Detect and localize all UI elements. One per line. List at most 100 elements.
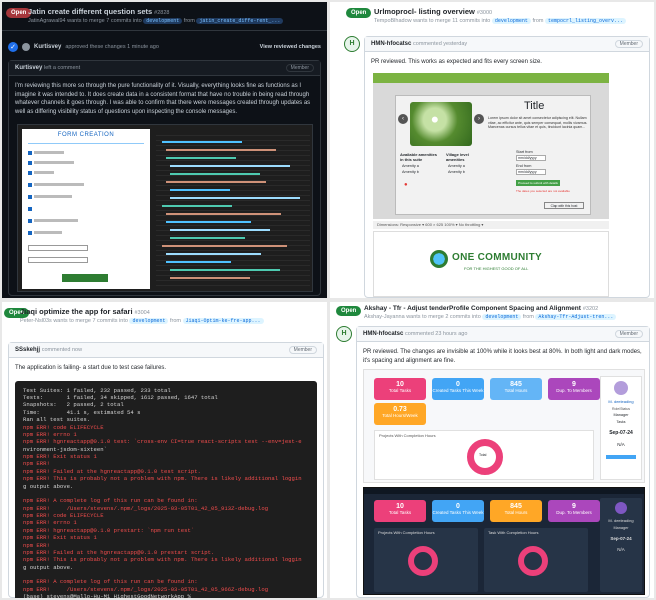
role-label: Role/Status [611,407,631,411]
terminal-line: g output above. [23,563,74,571]
pr-meta: Peter-Nsl03s wants to merge 7 commits in… [20,318,128,324]
amenity-item: Amenity b [448,170,465,174]
role-badge: Member [288,346,317,354]
pr-title[interactable]: Jatin create different question sets [28,7,152,16]
head-branch[interactable]: jatin_create_diffe-rent_... [196,18,284,24]
listing-description: Lorem ipsum dolor sit amet consectetur a… [488,116,588,130]
approve-text: approved these changes 1 minute ago [65,44,159,50]
donut-chart [518,546,548,576]
head-branch[interactable]: Jiaqi-Optim-ke-fre-app... [182,318,264,324]
avatar [22,43,30,51]
chat-host-button[interactable]: Clap with this host [544,202,584,209]
from-label: from [532,18,544,24]
comment-body: I'm reviewing this more so through the p… [15,83,311,116]
terminal-line: npm ERR! This is probably not a problem … [23,556,302,564]
community-banner: ONE COMMUNITY FOR THE HIGHEST GOOD OF AL… [373,231,609,297]
avatar: H [336,326,352,342]
attached-screenshot: FORM CREATION [17,124,313,292]
terminal-line: Ran all test suites. [23,416,91,424]
base-branch[interactable]: development [143,18,183,24]
pr-title[interactable]: Jiaqi optimize the app for safari [20,307,133,316]
stat-card: 0 Created Tasks This Week [432,378,484,400]
pr-panel-jiaqi: Open Jiaqi optimize the app for safari #… [2,302,327,598]
end-date-input[interactable]: mm/dd/yyyy [516,169,546,175]
base-branch[interactable]: development [491,18,531,24]
commenter-name[interactable]: HMN-hfocatsc [371,41,411,47]
pr-panel-listing: Open Urlmoprocl- listing overview #3000 … [330,2,654,298]
job-title: Manager [613,413,629,417]
stat-card: 9 Dup. To Members [548,378,600,400]
na-value: N/A [617,547,625,552]
comment-card: HMN-hfocatsc commented yesterday Member … [364,36,650,298]
pr-number: #3004 [134,310,150,316]
profile-card: M. deeleading Manager Sep-07-24 N/A [600,498,642,592]
form-preview: FORM CREATION [22,129,150,289]
submit-button[interactable]: Proceed to submit with details [516,180,560,186]
na-value: N/A [617,442,625,447]
comment-time: commented now [41,347,83,353]
terminal-line: npm ERR! A complete log of this run can … [23,497,198,505]
date-value: Sep-07-24 [610,536,632,541]
chart-title: Projects With Completion Hours [378,530,435,535]
donut-chart [467,439,503,475]
comment-time: commented yesterday [413,41,468,47]
comment-body: The application is failing- a start due … [15,365,167,371]
terminal-line: npm ERR! [23,541,50,549]
chart-title: Task With Completion Hours [488,530,539,535]
pr-title[interactable]: Akshay - Tfr - Adjust tenderProfile Comp… [364,305,581,312]
profile-name[interactable]: M. deeleading [600,518,642,523]
chevron-right-icon[interactable]: › [474,114,484,124]
start-date-input[interactable]: mm/dd/yyyy [516,155,546,161]
devtools-toolbar[interactable]: Dimensions: Responsive ▾ 600 × 625 100% … [373,221,609,229]
terminal-line: npm ERR! Failed at the hgnreactapp@0.1.0… [23,548,215,556]
comment-action: left a comment [44,65,81,71]
head-branch[interactable]: Akshay-Tfr-Adjust-tren... [535,314,617,320]
review-comment: Kurtisvey left a comment Member I'm revi… [8,60,321,296]
stat-card: 845 Total Hours [490,500,542,522]
comment-body: PR reviewed. The changes are invisible a… [363,349,642,364]
role-badge: Member [614,330,643,338]
amenity-item: Amenity b [402,170,419,174]
pr-meta: Akshay-Jayanna wants to merge 2 commits … [364,314,481,320]
stat-card: 10 Total Tasks [374,500,426,522]
action-button[interactable] [606,455,636,459]
commenter-name[interactable]: HMN-hfocatsc [363,331,403,337]
base-branch[interactable]: development [482,314,522,320]
terminal-line: npm ERR! Exit status 1 [23,534,97,542]
commenter-name[interactable]: SSskehjj [15,347,40,353]
view-reviewed-changes-link[interactable]: View reviewed changes [260,44,321,50]
profile-avatar [615,502,627,514]
pr-title[interactable]: Urlmoprocl- listing overview [374,7,475,16]
form-title: FORM CREATION [57,132,115,138]
stat-card: 0 Created Tasks This Week [432,500,484,522]
pr-panel-jatin: Open Jatin create different question set… [2,2,327,298]
from-label: from [522,314,534,320]
profile-name[interactable]: M. deeleading [601,399,641,404]
terminal-line: (base) stevens@Mallo-Hu-M1 HighestGoodNe… [23,593,191,598]
comment-author[interactable]: Kurtisvey [15,65,42,71]
terminal-line: Time: 41.1 s, estimated 54 s [23,408,141,416]
stat-card: 0.73 Total Hours/Week [374,403,426,425]
chart-card: Task With Completion Hours [484,528,588,592]
base-branch[interactable]: development [129,318,169,324]
comment-body: PR reviewed. This works as expected and … [371,59,542,65]
approver-name[interactable]: Kurtisvey [34,44,61,50]
donut-label: Total [479,453,487,457]
location-pin-icon: ● [404,182,408,188]
listing-image [410,102,472,146]
profile-avatar [614,381,628,395]
amenity-item: Amenity a [402,164,419,168]
terminal-line: nvironment-jsdom-sixteen` [23,445,107,453]
amenity-item: Amenity a [448,164,465,168]
terminal-line: npm ERR! Failed at the hgnreactapp@0.1.0… [23,467,201,475]
role-badge: Member [285,64,314,72]
role-badge: Member [614,40,643,48]
terminal-line: npm ERR! errno 1 [23,430,77,438]
pr-meta: JatinAgrawal94 wants to merge 7 commits … [28,18,142,24]
terminal-line: g output above. [23,482,74,490]
head-branch[interactable]: tempocrl_listing_overv... [544,18,626,24]
chevron-left-icon[interactable]: ‹ [398,114,408,124]
terminal-line: npm ERR! code ELIFECYCLE [23,423,104,431]
status-badge: Open [346,8,372,18]
